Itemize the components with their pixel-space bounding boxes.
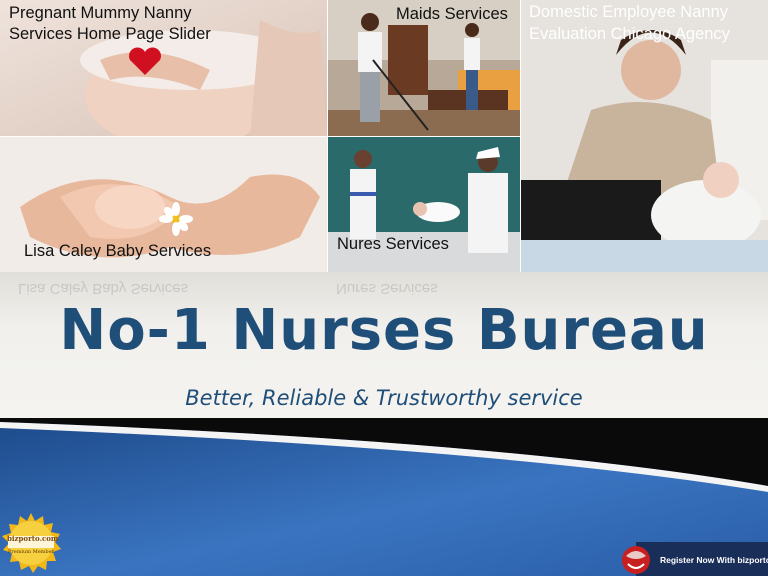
maids-services-label: Maids Services <box>396 5 508 23</box>
seal-brand-name: bizporto <box>7 534 40 543</box>
premium-member-seal[interactable]: bizporto.com Premium Member <box>0 512 62 574</box>
domestic-employee-label-line1: Domestic Employee Nanny <box>529 3 728 21</box>
baby-services-reflection: Lisa Caley Baby Services <box>18 280 189 297</box>
page-title: No-1 Nurses Bureau <box>59 298 709 363</box>
seal-badge-icon <box>2 513 61 573</box>
pregnant-mummy-label-line1: Pregnant Mummy Nanny <box>9 4 192 22</box>
domestic-employee-label-line2: Evaluation Chicago Agency <box>529 25 730 43</box>
seal-caption: Premium Member <box>8 549 54 555</box>
maids-services-tile[interactable]: Maids Services <box>328 0 520 136</box>
tagline: Better, Reliable & Trustworthy service <box>185 386 583 410</box>
nurses-services-tile[interactable]: Nures Services <box>328 137 520 272</box>
domestic-employee-tile[interactable]: Domestic Employee Nanny Evaluation Chica… <box>521 0 768 272</box>
nurses-services-reflection: Nures Services <box>336 280 438 297</box>
pregnant-mummy-label-line2: Services Home Page Slider <box>9 25 211 43</box>
seal-brand: bizporto.com <box>7 534 58 543</box>
nurses-services-label: Nures Services <box>337 235 449 253</box>
seal-brand-suffix: .com <box>39 534 59 543</box>
baby-services-tile[interactable]: Lisa Caley Baby Services <box>0 137 327 272</box>
register-label[interactable]: Register Now With bizporto <box>660 555 768 565</box>
baby-services-label: Lisa Caley Baby Services <box>24 242 212 260</box>
pregnant-mummy-tile[interactable]: Pregnant Mummy Nanny Services Home Page … <box>0 0 327 136</box>
